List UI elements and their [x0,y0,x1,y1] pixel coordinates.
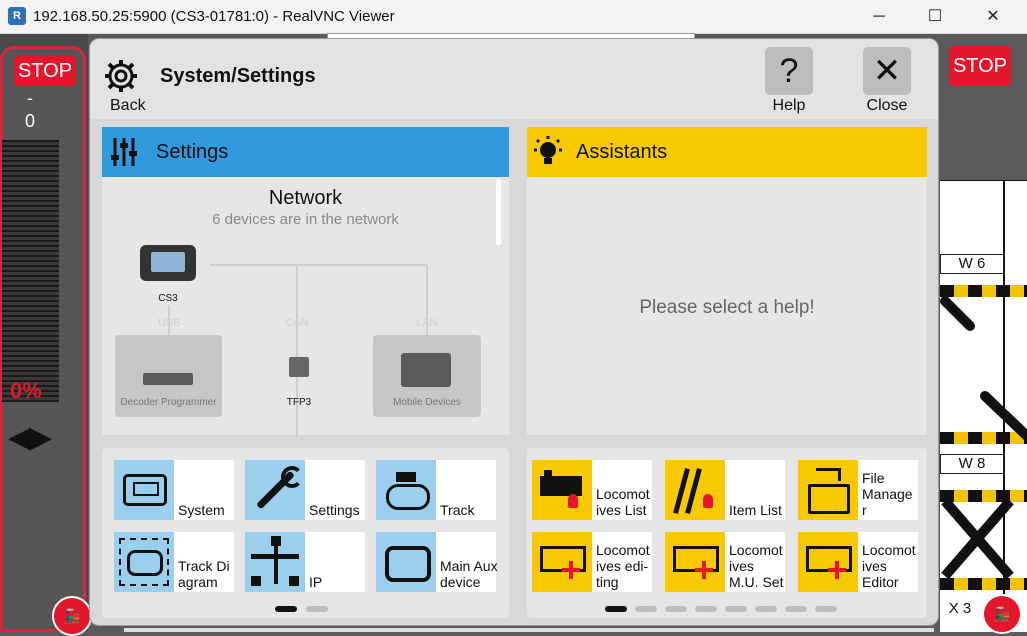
decoder-programmer-label: Decoder Programmer [120,397,217,408]
sliders-icon [111,138,137,166]
vnc-icon: R [8,7,26,25]
pager-dot-active[interactable] [605,606,627,612]
tile-settings[interactable]: Settings [245,460,365,520]
window-title: 192.168.50.25:5900 (CS3-01781:0) - RealV… [33,8,395,25]
item-list-icon [665,460,725,520]
tile-locomotives-mu-set-label: Locomot ives M.U. Set [729,542,784,590]
bottom-bar [124,628,934,632]
dialog-title: System/Settings [160,65,316,87]
loco-select-icon-right[interactable]: 🚂 [982,594,1022,634]
mobile-devices-label: Mobile Devices [393,397,461,408]
loco-select-icon[interactable]: 🚂 [52,596,92,636]
tile-item-list-label: Item List [729,502,782,518]
tile-file-manager-label: File Manage r [862,470,913,518]
tfp3-label: TFP3 [286,397,312,408]
tile-track-diagram-label: Track Di agram [178,558,230,590]
pager-dot[interactable] [635,606,657,612]
stop-button-right[interactable]: STOP [949,46,1011,86]
speed-dash: - [27,88,33,108]
cs3-label: CS3 [158,293,178,304]
assistants-header-label: Assistants [576,141,668,163]
pager-dot[interactable] [725,606,747,612]
pager-dot[interactable] [815,606,837,612]
speed-value: 0 [24,111,35,131]
track-label-x3[interactable]: X 3 [940,600,980,618]
track-diagram-icon [114,532,174,592]
system-settings-dialog: Back System/Settings ? Help ✕ Close Sett… [89,38,939,626]
tile-ip[interactable]: IP [245,532,365,592]
network-scrollbar[interactable] [496,179,501,245]
close-window-button[interactable]: ✕ [964,0,1022,33]
pager-dot[interactable] [695,606,717,612]
monitor-icon [114,460,174,520]
pager-dot[interactable] [665,606,687,612]
tile-track-diagram[interactable]: Track Di agram [114,532,234,592]
tile-locomotives-editor-label: Locomot ives Editor [862,542,916,590]
direction-arrows-icon[interactable]: ◀▶ [8,420,52,455]
tile-locomotives-editing-label: Locomot ives edi- ting [596,542,650,590]
speed-percent: 0% [10,378,42,403]
settings-tiles-panel: System Settings Track Track Di agram IP … [102,448,509,618]
aux-device-icon [376,532,436,592]
cs3-device-icon[interactable] [140,245,196,281]
tile-locomotives-list-label: Locomot ives List [596,486,650,518]
help-label[interactable]: Help [754,97,824,115]
tile-system[interactable]: System [114,460,234,520]
network-panel: Network 6 devices are in the network CS3… [102,177,509,437]
assistant-tiles-panel: Locomot ives List Item List File Manage … [527,448,927,618]
pager-dot[interactable] [306,606,328,612]
network-title: Network [268,187,343,209]
track-line [940,180,1027,181]
pager-dot[interactable] [755,606,777,612]
help-icon[interactable]: ? [765,47,813,95]
gear-icon[interactable] [104,59,138,93]
network-subtitle: 6 devices are in the network [212,211,399,228]
decoder-programmer-device[interactable]: Decoder Programmer [115,335,222,417]
tile-item-list[interactable]: Item List [665,460,785,520]
network-icon [245,532,305,592]
pager-dot[interactable] [785,606,807,612]
settings-header-label: Settings [156,141,229,163]
loco-editor-icon [798,532,858,592]
lan-label: LAN [416,317,438,329]
track-label-w6[interactable]: W 6 [940,254,1004,274]
back-button[interactable]: Back [110,97,146,115]
maximize-button[interactable]: ☐ [906,0,964,33]
tile-locomotives-editor[interactable]: Locomot ives Editor [798,532,918,592]
tile-ip-label: IP [309,574,323,590]
loco-edit-icon [532,532,592,592]
tile-track[interactable]: Track [376,460,496,520]
loco-list-icon [532,460,592,520]
tile-track-label: Track [440,502,475,518]
wrench-icon [245,460,305,520]
tfp3-chip-icon[interactable] [289,357,309,377]
tile-main-aux-device[interactable]: Main Aux device [376,532,498,592]
assistants-panel-header: Assistants [527,127,927,177]
close-label[interactable]: Close [852,97,922,115]
speed-slider[interactable] [2,140,59,402]
usb-label: USB [157,317,181,329]
track-loco-icon [376,460,436,520]
track-crossing-graphic [940,296,1027,580]
loco-mu-icon [665,532,725,592]
tile-settings-label: Settings [309,502,360,518]
close-icon[interactable]: ✕ [863,47,911,95]
mobile-devices-device[interactable]: Mobile Devices [373,335,481,417]
can-label: CAN [285,317,309,329]
tile-locomotives-list[interactable]: Locomot ives List [532,460,652,520]
file-manager-icon [798,460,858,520]
stop-button-left[interactable]: STOP [14,56,76,86]
lightbulb-icon [534,136,562,164]
minimize-button[interactable]: ─ [850,0,908,33]
tile-main-aux-device-label: Main Aux device [440,558,498,590]
pager-dot-active[interactable] [275,606,297,612]
tile-locomotives-mu-set[interactable]: Locomot ives M.U. Set [665,532,785,592]
settings-panel-header: Settings [102,127,509,177]
tile-system-label: System [178,502,225,518]
tile-file-manager[interactable]: File Manage r [798,460,918,520]
tile-locomotives-editing[interactable]: Locomot ives edi- ting [532,532,652,592]
assistants-panel: Please select a help! [527,177,927,435]
assistants-placeholder: Please select a help! [639,297,815,318]
